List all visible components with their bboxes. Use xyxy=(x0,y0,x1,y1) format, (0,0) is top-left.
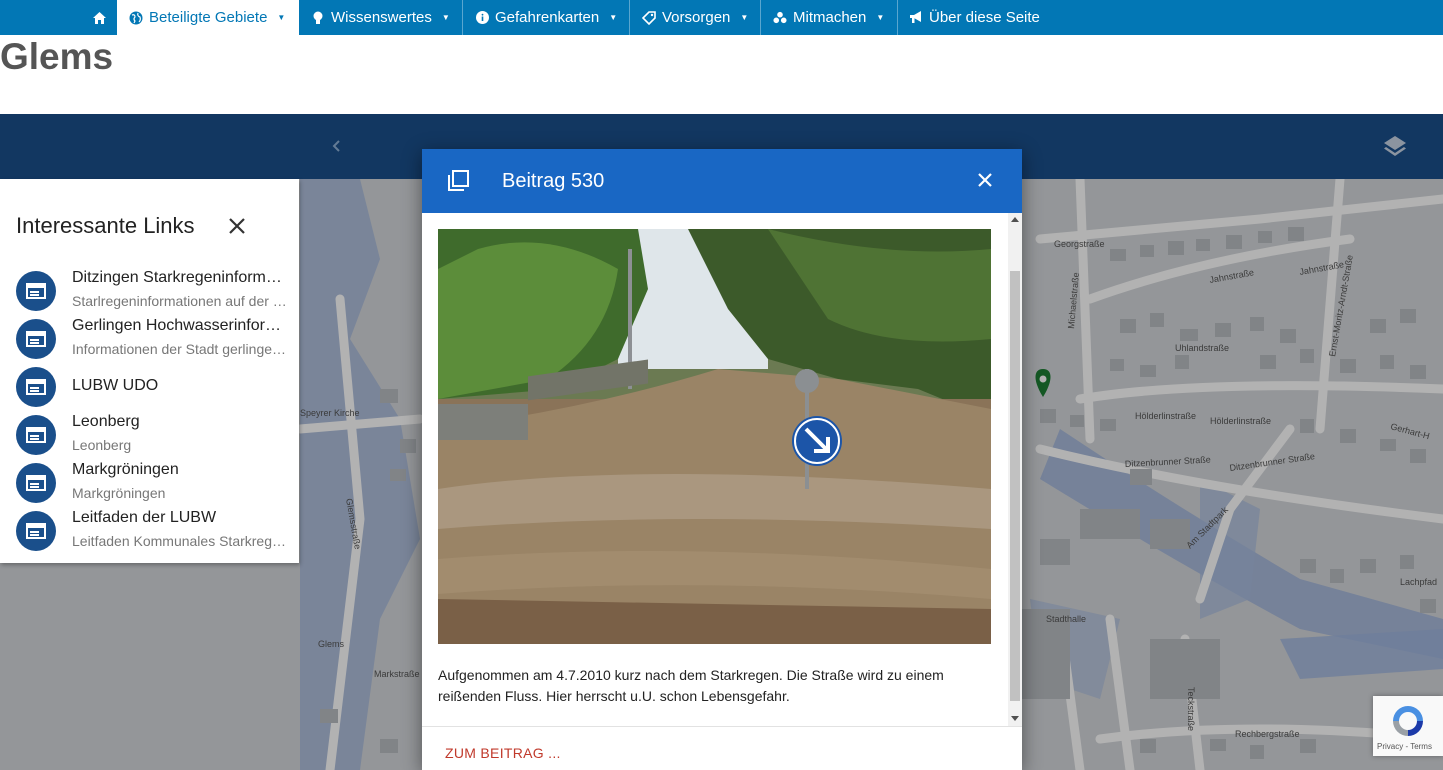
link-item[interactable]: Markgröningen Markgröningen xyxy=(0,461,299,509)
web-page-icon xyxy=(16,511,56,551)
link-subtitle: Leonberg xyxy=(72,437,132,453)
link-title: Leonberg xyxy=(72,413,140,430)
nav-mitmachen[interactable]: Mitmachen ▼ xyxy=(761,0,898,35)
dialog-footer: ZUM BEITRAG ... xyxy=(422,726,1022,770)
layers-icon[interactable] xyxy=(1382,134,1408,158)
nav-beteiligte-gebiete[interactable]: Beteiligte Gebiete ▼ xyxy=(117,0,299,35)
close-icon[interactable] xyxy=(226,215,248,237)
web-page-icon xyxy=(16,271,56,311)
web-page-icon xyxy=(16,415,56,455)
scroll-down-icon[interactable] xyxy=(1011,716,1019,721)
link-subtitle: Markgröningen xyxy=(72,485,166,501)
caret-down-icon: ▼ xyxy=(441,13,450,22)
link-item[interactable]: Leonberg Leonberg xyxy=(0,413,299,461)
map-label: Teckstraße xyxy=(1186,687,1196,731)
recaptcha-text[interactable]: Privacy - Terms xyxy=(1377,742,1432,751)
nav-ueber-diese-seite[interactable]: Über diese Seite xyxy=(898,0,1058,35)
nav-label: Wissenswertes xyxy=(331,9,432,26)
map-label: Georgstraße xyxy=(1054,239,1105,249)
nav-home[interactable] xyxy=(82,0,117,35)
nav-gefahrenkarten[interactable]: Gefahrenkarten ▼ xyxy=(463,0,630,35)
link-item[interactable]: LUBW UDO xyxy=(0,365,299,413)
close-icon[interactable] xyxy=(976,171,994,189)
open-post-button[interactable]: ZUM BEITRAG ... xyxy=(445,745,561,761)
web-page-icon xyxy=(16,367,56,407)
map-label: Lachpfad xyxy=(1400,577,1437,587)
link-title: Leitfaden der LUBW xyxy=(72,509,217,526)
post-caption: Aufgenommen am 4.7.2010 kurz nach dem St… xyxy=(438,667,944,704)
map-label: Speyrer Kirche xyxy=(300,408,360,418)
caret-down-icon: ▼ xyxy=(876,13,885,22)
recaptcha-badge[interactable]: Privacy - Terms xyxy=(1373,696,1443,756)
link-subtitle: Leitfaden Kommunales Starkregenrisikoman… xyxy=(72,533,287,549)
nav-label: Gefahrenkarten xyxy=(495,9,600,26)
dialog-scrollbar[interactable] xyxy=(1008,213,1022,726)
link-item[interactable]: Leitfaden der LUBW Leitfaden Kommunales … xyxy=(0,509,299,557)
chevron-left-icon[interactable] xyxy=(328,136,344,156)
link-subtitle: Starlregeninformationen auf der Seite de… xyxy=(72,293,287,309)
link-subtitle: Informationen der Stadt gerlingen zu Hoc… xyxy=(72,341,287,357)
link-item[interactable]: Gerlingen Hochwasserinformationen Inform… xyxy=(0,317,299,365)
scroll-up-icon[interactable] xyxy=(1011,217,1019,222)
nav-label: Vorsorgen xyxy=(662,9,731,26)
top-navbar: Beteiligte Gebiete ▼ Wissenswertes ▼ Gef… xyxy=(0,0,1443,35)
recaptcha-icon xyxy=(1393,706,1423,736)
nav-label: Beteiligte Gebiete xyxy=(149,9,268,26)
dialog-title: Beitrag 530 xyxy=(502,170,605,192)
web-page-icon xyxy=(16,463,56,503)
link-item[interactable]: Ditzingen Starkregeninformationen Starlr… xyxy=(0,269,299,317)
map-label: Glems xyxy=(318,639,345,649)
users-icon xyxy=(773,11,787,25)
nav-label: Über diese Seite xyxy=(929,9,1040,26)
map-label: Rechbergstraße xyxy=(1235,729,1300,739)
map-label: Hölderlinstraße xyxy=(1135,411,1196,421)
links-panel: Interessante Links Ditzingen Starkregeni… xyxy=(0,179,299,563)
flood-photo xyxy=(438,229,991,644)
link-title: Markgröningen xyxy=(72,461,179,478)
lightbulb-icon xyxy=(311,11,325,25)
nav-wissenswertes[interactable]: Wissenswertes ▼ xyxy=(299,0,463,35)
dialog-header: Beitrag 530 xyxy=(422,149,1022,213)
link-title: Gerlingen Hochwasserinformationen xyxy=(72,317,287,334)
dialog-body: Aufgenommen am 4.7.2010 kurz nach dem St… xyxy=(422,213,1022,726)
nav-vorsorgen[interactable]: Vorsorgen ▼ xyxy=(630,0,761,35)
map-label: Markstraße xyxy=(374,669,420,679)
panel-title: Interessante Links xyxy=(16,213,195,238)
caret-down-icon: ▼ xyxy=(277,13,286,22)
map-label: Uhlandstraße xyxy=(1175,343,1229,353)
globe-icon xyxy=(129,11,143,25)
home-icon xyxy=(93,11,106,24)
nav-label: Mitmachen xyxy=(793,9,867,26)
caret-down-icon: ▼ xyxy=(609,13,618,22)
page-title: Glems xyxy=(0,36,114,77)
scroll-thumb[interactable] xyxy=(1010,271,1020,701)
copy-icon[interactable] xyxy=(446,169,470,193)
bullhorn-icon xyxy=(909,11,923,25)
web-page-icon xyxy=(16,319,56,359)
caret-down-icon: ▼ xyxy=(740,13,749,22)
map-label: Stadthalle xyxy=(1046,614,1086,624)
link-title: Ditzingen Starkregeninformationen xyxy=(72,269,287,286)
info-icon xyxy=(475,11,489,25)
link-title: LUBW UDO xyxy=(72,377,159,394)
map-label: Hölderlinstraße xyxy=(1210,416,1271,426)
post-dialog: Beitrag 530 Aufgenommen am 4.7.2010 kurz… xyxy=(422,149,1022,770)
tag-icon xyxy=(642,10,656,25)
